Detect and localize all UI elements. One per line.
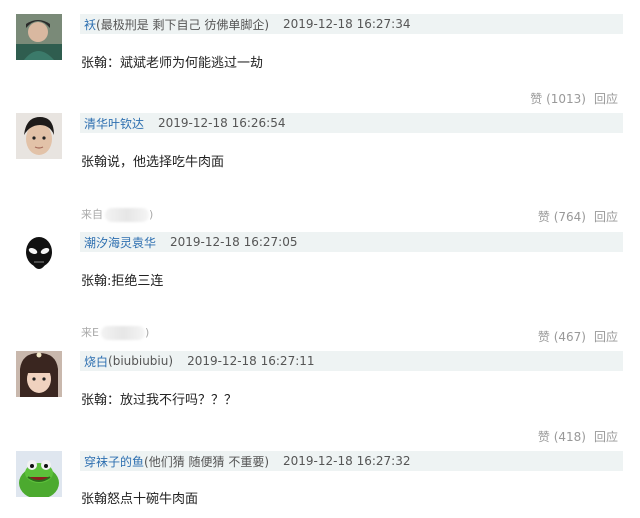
reply-button[interactable]: 回应 bbox=[594, 92, 618, 106]
avatar-image-girl-bangs bbox=[16, 351, 62, 397]
comment-source: 来自) bbox=[81, 206, 153, 222]
like-button[interactable]: 赞 (467) bbox=[538, 330, 586, 344]
source-prefix: 来自 bbox=[81, 208, 103, 221]
comment-actions: 赞 (467) 回应 bbox=[538, 328, 618, 345]
comment-timestamp: 2019-12-18 16:27:34 bbox=[283, 17, 411, 31]
comment-text: 张翰:拒绝三连 bbox=[81, 274, 164, 289]
avatar-image-kermit-frog bbox=[16, 451, 62, 497]
comment-timestamp: 2019-12-18 16:27:11 bbox=[187, 354, 315, 368]
blurred-source bbox=[105, 208, 149, 222]
avatar-image-person-green bbox=[16, 14, 62, 60]
comment-text: 张翰说，他选择吃牛肉面 bbox=[81, 155, 225, 170]
like-button[interactable]: 赞 (418) bbox=[538, 430, 586, 444]
like-button[interactable]: 赞 (1013) bbox=[530, 92, 586, 106]
comment-actions: 赞 (1013) 回应 bbox=[530, 90, 618, 107]
reply-button[interactable]: 回应 bbox=[594, 330, 618, 344]
reply-button[interactable]: 回应 bbox=[594, 430, 618, 444]
reply-button[interactable]: 回应 bbox=[594, 210, 618, 224]
username-link[interactable]: 清华叶钦达 bbox=[84, 115, 144, 132]
avatar[interactable] bbox=[16, 451, 62, 497]
comment-text: 张翰：斌斌老师为何能逃过一劫 bbox=[81, 56, 264, 71]
comment-header: 潮汐海灵袁华 2019-12-18 16:27:05 bbox=[80, 232, 623, 252]
source-prefix: 来E bbox=[81, 326, 99, 339]
avatar-image-alien-mask bbox=[16, 232, 62, 278]
username-link[interactable]: 袄 bbox=[84, 16, 96, 33]
avatar[interactable] bbox=[16, 14, 62, 60]
comment-timestamp: 2019-12-18 16:27:05 bbox=[170, 235, 298, 249]
comment-header: 清华叶钦达 2019-12-18 16:26:54 bbox=[80, 113, 623, 133]
comment-header: 袄 (最极刑是 剩下自己 彷佛单脚企) 2019-12-18 16:27:34 bbox=[80, 14, 623, 34]
comment-text: 张翰：放过我不行吗？？？ bbox=[81, 393, 238, 408]
username-link[interactable]: 潮汐海灵袁华 bbox=[84, 234, 156, 251]
avatar[interactable] bbox=[16, 113, 62, 159]
source-suffix: ) bbox=[144, 326, 150, 339]
comment-text: 张翰怒点十碗牛肉面 bbox=[81, 492, 199, 507]
like-button[interactable]: 赞 (764) bbox=[538, 210, 586, 224]
user-note: (最极刑是 剩下自己 彷佛单脚企) bbox=[96, 17, 270, 32]
username-link[interactable]: 烧白 bbox=[84, 353, 108, 370]
comment-timestamp: 2019-12-18 16:27:32 bbox=[283, 454, 411, 468]
user-note: (biubiubiu) bbox=[108, 354, 174, 368]
comment-actions: 赞 (764) 回应 bbox=[538, 208, 618, 225]
comment-header: 穿袜子的鱼 (他们猜 随便猜 不重要) 2019-12-18 16:27:32 bbox=[80, 451, 623, 471]
comment-timestamp: 2019-12-18 16:26:54 bbox=[158, 116, 286, 130]
avatar-image-person-dark-hair bbox=[16, 113, 62, 159]
source-suffix: ) bbox=[149, 208, 154, 221]
comment-list: 袄 (最极刑是 剩下自己 彷佛单脚企) 2019-12-18 16:27:34 张… bbox=[0, 0, 640, 518]
blurred-source bbox=[100, 326, 145, 340]
avatar[interactable] bbox=[16, 232, 62, 278]
username-link[interactable]: 穿袜子的鱼 bbox=[84, 453, 144, 470]
comment-actions: 赞 (418) 回应 bbox=[538, 428, 618, 445]
comment-header: 烧白 (biubiubiu) 2019-12-18 16:27:11 bbox=[80, 351, 623, 371]
comment-source: 来E) bbox=[81, 324, 149, 340]
avatar[interactable] bbox=[16, 351, 62, 397]
user-note: (他们猜 随便猜 不重要) bbox=[144, 454, 270, 469]
